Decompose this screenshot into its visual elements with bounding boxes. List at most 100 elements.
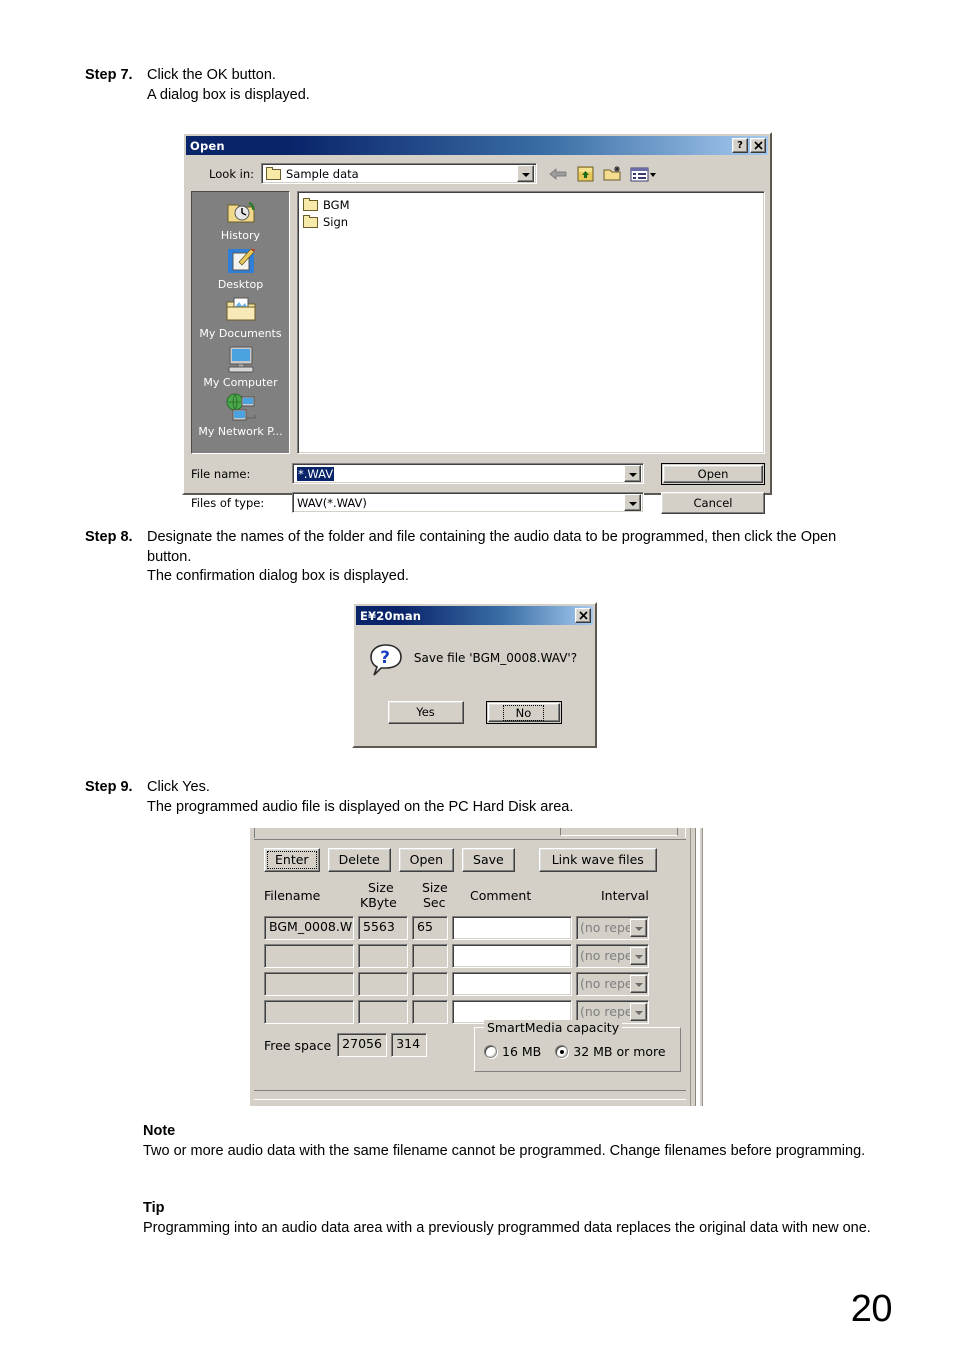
chevron-down-icon[interactable]: [630, 975, 647, 993]
chevron-down-icon[interactable]: [630, 1003, 647, 1021]
no-button[interactable]: No: [486, 701, 562, 724]
enter-button[interactable]: Enter: [264, 848, 320, 872]
look-in-combobox[interactable]: Sample data: [261, 163, 537, 184]
panel-bottom-edge: [254, 1090, 686, 1100]
note-section: Note Two or more audio data with the sam…: [143, 1122, 873, 1162]
folder-icon: [303, 215, 319, 229]
cell-interval-value: (no repea: [580, 974, 630, 994]
cell-comment[interactable]: [452, 944, 572, 968]
open-button[interactable]: Open: [399, 848, 454, 872]
cell-size-sec[interactable]: [412, 972, 448, 996]
yes-button[interactable]: Yes: [388, 701, 464, 724]
free-space-kbyte-value: 27056: [337, 1033, 387, 1057]
cell-interval[interactable]: (no repea: [576, 972, 649, 996]
msgbox-titlebar: E¥20man: [356, 606, 593, 625]
link-wave-files-button-label: Link wave files: [552, 852, 644, 867]
open-dialog-middle: History Desktop: [186, 191, 768, 454]
delete-button-label: Delete: [339, 852, 380, 867]
smartmedia-capacity-title: SmartMedia capacity: [484, 1020, 622, 1035]
cell-filename[interactable]: [264, 972, 354, 996]
place-label: History: [221, 229, 260, 242]
history-icon: [225, 196, 257, 228]
close-button[interactable]: [750, 138, 766, 153]
msgbox-buttons: Yes No: [354, 701, 595, 724]
up-one-level-icon[interactable]: [575, 164, 596, 184]
cell-size-kbyte[interactable]: [358, 972, 408, 996]
open-button[interactable]: Open: [661, 463, 765, 485]
chevron-down-icon[interactable]: [630, 947, 647, 965]
cancel-button[interactable]: Cancel: [661, 492, 765, 514]
step-8-line-1: Designate the names of the folder and fi…: [147, 528, 874, 567]
header-filename: Filename: [264, 889, 320, 903]
place-label: Desktop: [218, 278, 263, 291]
help-button[interactable]: ?: [732, 138, 748, 153]
svg-text:?: ?: [380, 648, 390, 668]
header-size-sec-line2: Sec: [423, 896, 446, 910]
tip-section: Tip Programming into an audio data area …: [143, 1199, 873, 1239]
places-bar: History Desktop: [191, 191, 290, 454]
cell-size-kbyte[interactable]: [358, 944, 408, 968]
tip-heading: Tip: [143, 1199, 873, 1218]
cell-size-sec[interactable]: [412, 944, 448, 968]
cell-filename[interactable]: BGM_0008.W: [264, 916, 354, 940]
open-dialog-titlebar: Open ?: [186, 136, 768, 155]
list-item[interactable]: BGM: [303, 196, 764, 213]
cell-comment[interactable]: [452, 972, 572, 996]
cell-size-kbyte[interactable]: 5563: [358, 916, 408, 940]
link-wave-files-button[interactable]: Link wave files: [539, 848, 657, 872]
chevron-down-icon[interactable]: [630, 919, 647, 937]
file-list[interactable]: BGM Sign: [297, 191, 765, 454]
new-folder-icon[interactable]: [602, 164, 623, 184]
step-8-line-2: The confirmation dialog box is displayed…: [147, 567, 874, 587]
cell-filename[interactable]: [264, 944, 354, 968]
chevron-down-icon[interactable]: [624, 465, 641, 482]
open-button-label: Open: [410, 852, 443, 867]
cell-interval[interactable]: (no repea: [576, 944, 649, 968]
close-icon: [579, 611, 588, 620]
table-row: (no repea: [264, 972, 682, 996]
views-icon[interactable]: [629, 164, 657, 184]
smartmedia-capacity-group: SmartMedia capacity 16 MB 32 MB or more: [474, 1027, 681, 1072]
radio-16mb[interactable]: 16 MB: [484, 1044, 541, 1059]
cell-filename[interactable]: [264, 1000, 354, 1024]
list-item[interactable]: Sign: [303, 213, 764, 230]
folder-open-icon: [266, 167, 282, 181]
column-headers: Filename Size KByte Size Sec Comment Int…: [264, 880, 682, 912]
cell-interval[interactable]: (no repea: [576, 916, 649, 940]
files-of-type-value: WAV(*.WAV): [297, 496, 367, 510]
cell-size-kbyte[interactable]: [358, 1000, 408, 1024]
file-name-input[interactable]: *.WAV: [292, 463, 644, 484]
chevron-down-icon[interactable]: [624, 494, 641, 511]
step-9-label: Step 9.: [85, 778, 147, 797]
place-item-my-documents[interactable]: My Documents: [192, 294, 289, 340]
radio-32mb-or-more[interactable]: 32 MB or more: [555, 1044, 665, 1059]
radio-icon: [484, 1045, 497, 1058]
place-item-my-computer[interactable]: My Computer: [192, 343, 289, 389]
panel-right-edge: [690, 828, 703, 1106]
msgbox-title: E¥20man: [360, 609, 573, 623]
place-item-my-network-places[interactable]: My Network P...: [192, 392, 289, 438]
step-9-block: Step 9. Click Yes. The programmed audio …: [85, 778, 573, 817]
back-icon[interactable]: [548, 164, 569, 184]
cell-size-sec[interactable]: 65: [412, 916, 448, 940]
header-comment: Comment: [470, 889, 531, 903]
close-button[interactable]: [575, 608, 591, 623]
table-row: (no repea: [264, 944, 682, 968]
place-item-history[interactable]: History: [192, 196, 289, 242]
step-8-block: Step 8. Designate the names of the folde…: [85, 528, 875, 587]
my-documents-icon: [225, 294, 257, 326]
chevron-down-icon[interactable]: [517, 165, 534, 182]
tip-body: Programming into an audio data area with…: [143, 1219, 873, 1239]
files-of-type-combobox[interactable]: WAV(*.WAV): [292, 492, 644, 513]
panel-top-clip: [254, 828, 686, 840]
free-space-label: Free space: [264, 1038, 331, 1053]
save-button[interactable]: Save: [462, 848, 515, 872]
cell-comment[interactable]: [452, 916, 572, 940]
place-item-desktop[interactable]: Desktop: [192, 245, 289, 291]
cell-size-sec[interactable]: [412, 1000, 448, 1024]
delete-button[interactable]: Delete: [328, 848, 391, 872]
look-in-row: Look in: Sample data: [186, 155, 770, 191]
radio-icon-selected: [555, 1045, 568, 1058]
place-label: My Network P...: [198, 425, 282, 438]
cancel-button-label: Cancel: [694, 496, 733, 510]
